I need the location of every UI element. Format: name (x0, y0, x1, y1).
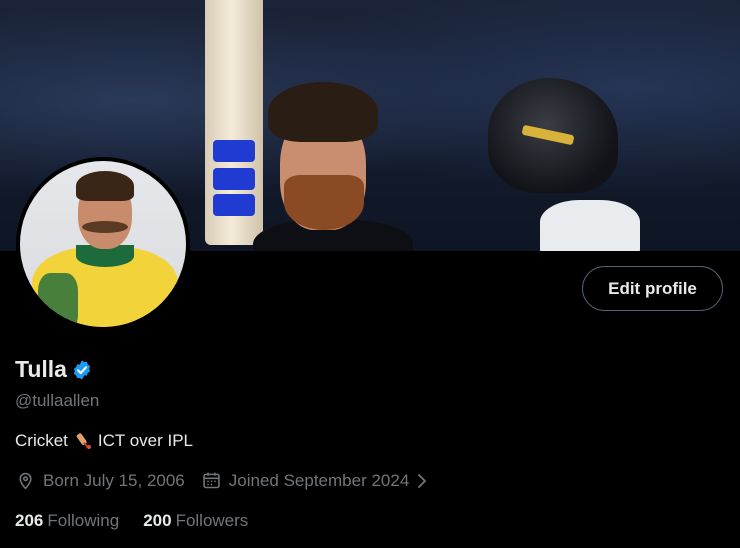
calendar-icon (203, 472, 220, 489)
banner-glove-graphic (540, 200, 640, 251)
chevron-right-icon[interactable] (415, 472, 429, 490)
cricket-bat-icon (76, 433, 91, 450)
profile-name-row: Tulla (15, 356, 93, 383)
birthday-text: Born July 15, 2006 (43, 470, 185, 490)
profile-bio: Cricket ICT over IPL (15, 430, 193, 452)
birthday-item: Born July 15, 2006 (15, 470, 185, 491)
joined-text: Joined September 2024 (228, 470, 410, 490)
profile-meta: Born July 15, 2006 Joined September 2024 (15, 470, 429, 491)
following-label: Following (47, 511, 120, 530)
banner-helmet-graphic (488, 78, 618, 193)
verified-badge-icon[interactable] (71, 359, 93, 381)
joined-item[interactable]: Joined September 2024 (201, 470, 430, 491)
following-link[interactable]: 206 Following (15, 511, 119, 531)
followers-label: Followers (175, 511, 249, 530)
follow-stats: 206 Following 200 Followers (15, 511, 248, 531)
following-count: 206 (15, 511, 44, 530)
profile-handle: @tullaallen (15, 391, 100, 410)
banner-player-graphic (253, 70, 438, 251)
location-pin-icon (19, 472, 32, 490)
profile-name: Tulla (15, 356, 67, 382)
edit-profile-button[interactable]: Edit profile (582, 266, 723, 311)
followers-link[interactable]: 200 Followers (143, 511, 248, 531)
bio-text-start: Cricket (15, 431, 68, 450)
followers-count: 200 (143, 511, 172, 530)
profile-avatar[interactable] (16, 157, 190, 331)
bio-text-end: ICT over IPL (97, 431, 194, 450)
banner-bat-graphic (205, 0, 263, 245)
avatar-image (20, 161, 186, 327)
